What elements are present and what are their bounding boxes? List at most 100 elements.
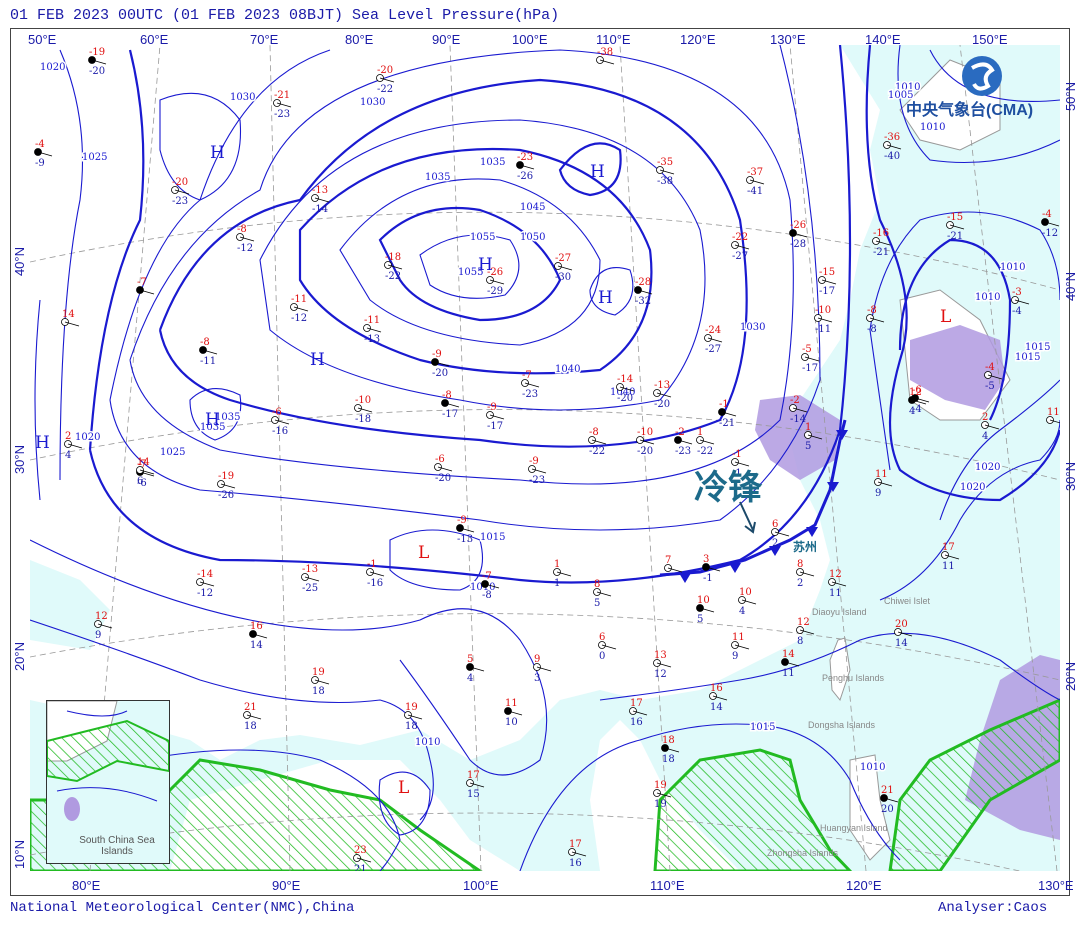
station-temperature: 5 <box>467 654 473 665</box>
isobar-label: 1020 <box>75 432 100 443</box>
station-temperature: 12 <box>909 387 922 398</box>
station-temperature: -3 <box>1012 287 1022 298</box>
station-dewpoint: 4 <box>467 673 473 684</box>
station-dewpoint: 5 <box>805 441 811 452</box>
island-label: Huangyan Island <box>820 823 888 833</box>
station-dewpoint: -21 <box>719 418 735 429</box>
station-dewpoint: -26 <box>517 171 533 182</box>
arrow-icon <box>739 501 756 534</box>
station-temperature: 12 <box>797 617 810 628</box>
station-temperature: 16 <box>710 683 723 694</box>
station-dewpoint: -12 <box>237 243 253 254</box>
station-temperature: -18 <box>385 252 401 263</box>
top-lon-label: 90°E <box>432 32 461 47</box>
station-dewpoint: -27 <box>732 251 748 262</box>
station-dewpoint: -11 <box>815 324 831 335</box>
station-temperature: -6 <box>435 454 445 465</box>
station-dewpoint: -26 <box>218 490 234 501</box>
station-temperature: 16 <box>250 621 263 632</box>
station-temperature: -2 <box>675 427 685 438</box>
station-dewpoint: 4 <box>909 406 915 417</box>
top-lon-label: 110°E <box>596 32 631 47</box>
station-temperature: -1 <box>719 399 729 410</box>
station-temperature: 1 <box>554 559 560 570</box>
station-dewpoint: -27 <box>705 344 721 355</box>
station-temperature: -7 <box>522 370 532 381</box>
station-temperature: -37 <box>747 167 763 178</box>
station-dewpoint: 19 <box>654 799 667 810</box>
bottom-lon-label: 90°E <box>272 878 301 893</box>
station-temperature: -8 <box>442 390 452 401</box>
station-dewpoint: 1 <box>554 578 560 589</box>
station-temperature: -36 <box>884 132 900 143</box>
station-dewpoint: -40 <box>884 151 900 162</box>
station-dewpoint: 18 <box>662 754 675 765</box>
station-dewpoint: 5 <box>594 598 600 609</box>
station-temperature: 11 <box>875 469 888 480</box>
station-dewpoint: -22 <box>385 271 401 282</box>
station-temperature: 19 <box>405 702 418 713</box>
station-temperature: -13 <box>302 564 318 575</box>
station-temperature: -35 <box>657 157 673 168</box>
station-dewpoint: 16 <box>630 717 643 728</box>
station-temperature: 19 <box>312 667 325 678</box>
station-dewpoint: 14 <box>250 640 263 651</box>
left-lat-label: 10°N <box>12 840 27 870</box>
station-temperature: 21 <box>881 785 894 796</box>
station-temperature: 10 <box>697 595 710 606</box>
station-dewpoint: -11 <box>200 356 216 367</box>
station-temperature: 17 <box>569 839 582 850</box>
station-temperature: 12 <box>95 611 108 622</box>
isobar-label: 1015 <box>750 722 775 733</box>
inset-label: South China Sea Islands <box>79 835 155 857</box>
station-dewpoint: -8 <box>867 324 877 335</box>
station-temperature: 19 <box>654 780 667 791</box>
isobar-label: 1010 <box>860 762 885 773</box>
station-dewpoint: -17 <box>487 421 503 432</box>
bottom-lon-label: 120°E <box>846 878 882 893</box>
station-dewpoint: -25 <box>302 583 318 594</box>
station-temperature: 17 <box>942 542 955 553</box>
station-dewpoint: -20 <box>637 446 653 457</box>
isobar-label: 1010 <box>1000 262 1025 273</box>
station-dewpoint: -41 <box>747 186 763 197</box>
station-temperature: 8 <box>594 579 600 590</box>
left-lat-label: 20°N <box>12 642 27 672</box>
isobar-label: 1035 <box>425 172 450 183</box>
station-dewpoint: -17 <box>819 286 835 297</box>
station-temperature: -10 <box>637 427 653 438</box>
station-temperature: -16 <box>873 228 889 239</box>
station-dewpoint: -38 <box>657 176 673 187</box>
station-dewpoint: -20 <box>435 473 451 484</box>
station-dewpoint: 16 <box>569 858 582 869</box>
isobar-label: 1045 <box>520 202 545 213</box>
station-dewpoint: -32 <box>635 296 651 307</box>
station-temperature: 9 <box>534 654 540 665</box>
station-temperature: -20 <box>172 177 188 188</box>
station-temperature: 13 <box>654 650 667 661</box>
station-temperature: -1 <box>367 559 377 570</box>
top-lon-label: 60°E <box>140 32 169 47</box>
station-dewpoint: 4 <box>739 606 745 617</box>
station-dewpoint: 8 <box>797 636 803 647</box>
station-dewpoint: 10 <box>505 717 518 728</box>
station-temperature: -10 <box>355 395 371 406</box>
island-label: Chiwei Islet <box>884 596 931 606</box>
station-dewpoint: -30 <box>555 272 571 283</box>
station-temperature: -20 <box>377 65 393 76</box>
isobar-label: 1025 <box>160 447 185 458</box>
high-pressure-center: H <box>478 255 493 275</box>
station-dewpoint: 9 <box>875 488 881 499</box>
station-temperature: 12 <box>829 569 842 580</box>
station-dewpoint: 18 <box>405 721 418 732</box>
station-dewpoint: -21 <box>947 231 963 242</box>
station-temperature: 1 <box>805 422 811 433</box>
station-temperature: 11 <box>1047 407 1060 418</box>
station-dewpoint: -4 <box>1012 306 1022 317</box>
island-label: Zhongsha Islands <box>767 848 839 858</box>
top-lon-label: 100°E <box>512 32 548 47</box>
isobar-label: 1030 <box>360 97 385 108</box>
isobar-label: 1010 <box>975 292 1000 303</box>
station-dewpoint: -20 <box>432 368 448 379</box>
station-dewpoint: -22 <box>377 84 393 95</box>
